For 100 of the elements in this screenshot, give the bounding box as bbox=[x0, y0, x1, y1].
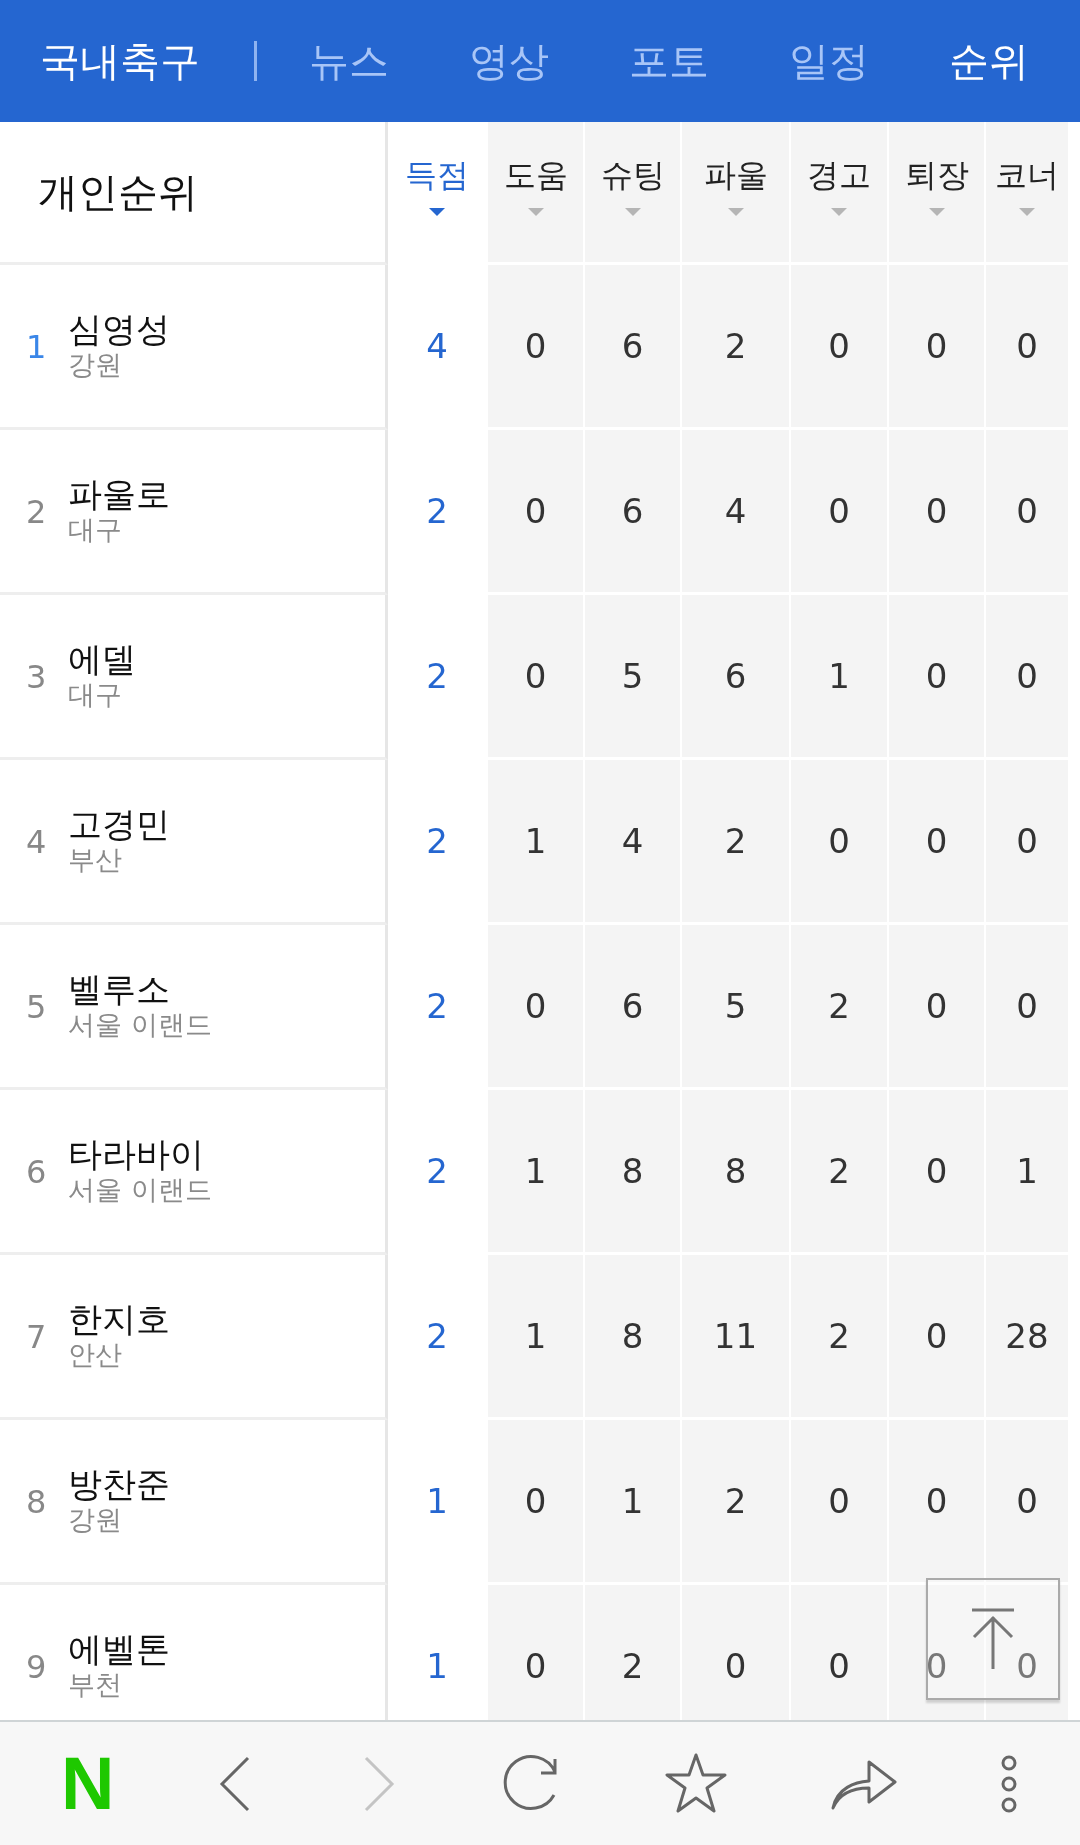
table-cell: 2 bbox=[791, 1090, 889, 1255]
sort-caret-icon bbox=[624, 208, 641, 216]
table-cell: 0 bbox=[791, 1420, 889, 1585]
table-cell: 0 bbox=[889, 595, 986, 760]
table-cell: 1 bbox=[488, 760, 585, 925]
table-cell: 2 bbox=[791, 925, 889, 1090]
player-name: 고경민 bbox=[68, 806, 170, 844]
table-cell: 0 bbox=[791, 430, 889, 595]
player-name: 에델 bbox=[68, 641, 136, 679]
column-header[interactable]: 퇴장 bbox=[889, 122, 986, 265]
table-cell: 0 bbox=[488, 1420, 585, 1585]
table-cell: 6 bbox=[682, 595, 791, 760]
player-name: 한지호 bbox=[68, 1301, 170, 1339]
table-cell: 2 bbox=[791, 1255, 889, 1420]
table-cell: 28 bbox=[986, 1255, 1070, 1420]
table-cell: 11 bbox=[682, 1255, 791, 1420]
scroll-to-top-button[interactable] bbox=[926, 1578, 1060, 1700]
table-cell: 0 bbox=[791, 265, 889, 430]
column-header[interactable]: 도움 bbox=[488, 122, 585, 265]
table-cell: 0 bbox=[889, 1255, 986, 1420]
column-header[interactable]: 경고 bbox=[791, 122, 889, 265]
table-cell: 0 bbox=[488, 430, 585, 595]
team-name: 강원 bbox=[68, 348, 123, 381]
table-title: 개인순위 bbox=[38, 167, 198, 217]
table-cell: 0 bbox=[889, 1420, 986, 1585]
nav-tab[interactable]: 뉴스 bbox=[309, 33, 389, 89]
table-cell: 0 bbox=[488, 925, 585, 1090]
sort-caret-icon bbox=[928, 208, 945, 216]
table-cell: 0 bbox=[986, 1420, 1070, 1585]
nav-tab[interactable]: 영상 bbox=[469, 33, 549, 89]
player-name: 벨루소 bbox=[68, 971, 171, 1009]
table-cell: 5 bbox=[585, 595, 682, 760]
table-cell: 1 bbox=[791, 595, 889, 760]
table-cell: 2 bbox=[682, 1420, 791, 1585]
table-cell: 0 bbox=[986, 760, 1070, 925]
player-name: 심영성 bbox=[68, 311, 170, 349]
table-cell: 1 bbox=[986, 1090, 1070, 1255]
table-cell: 0 bbox=[889, 1585, 986, 1720]
nav-tab[interactable]: 일정 bbox=[789, 33, 869, 89]
table-cell: 8 bbox=[585, 1255, 682, 1420]
table-cell: 0 bbox=[488, 595, 585, 760]
table-cell: 0 bbox=[889, 760, 986, 925]
table-cell: 4 bbox=[585, 760, 682, 925]
player-name: 에벨톤 bbox=[68, 1631, 170, 1669]
header-divider bbox=[254, 41, 257, 81]
table-cell: 6 bbox=[585, 925, 682, 1090]
team-name: 부산 bbox=[68, 843, 123, 876]
rank-number: 6 bbox=[26, 1153, 48, 1191]
rank-number: 9 bbox=[26, 1648, 48, 1686]
table-cell: 0 bbox=[488, 265, 585, 430]
table-cell: 0 bbox=[889, 925, 986, 1090]
team-name: 부천 bbox=[68, 1668, 123, 1701]
table-cell: 0 bbox=[682, 1585, 791, 1720]
table-cell: 0 bbox=[986, 925, 1070, 1090]
rank-number: 4 bbox=[26, 823, 48, 861]
section-title[interactable]: 국내축구 bbox=[40, 33, 200, 89]
table-cell: 8 bbox=[585, 1090, 682, 1255]
rank-number: 5 bbox=[26, 988, 48, 1026]
table-cell: 0 bbox=[791, 760, 889, 925]
table-cell: 8 bbox=[682, 1090, 791, 1255]
table-cell: 0 bbox=[986, 1585, 1070, 1720]
nav-tab[interactable]: 순위 bbox=[949, 33, 1029, 89]
table-cell: 2 bbox=[682, 760, 791, 925]
table-cell: 0 bbox=[986, 265, 1070, 430]
sort-caret-icon bbox=[727, 208, 744, 216]
table-cell: 0 bbox=[791, 1585, 889, 1720]
sort-caret-icon bbox=[831, 208, 847, 216]
sort-caret-icon bbox=[429, 208, 445, 216]
table-cell: 0 bbox=[889, 430, 986, 595]
rank-number: 1 bbox=[26, 328, 48, 366]
table-cell: 5 bbox=[682, 925, 791, 1090]
team-name: 강원 bbox=[68, 1503, 123, 1536]
rank-number: 2 bbox=[26, 493, 48, 531]
table-cell: 0 bbox=[488, 1585, 585, 1720]
sort-caret-icon bbox=[527, 208, 544, 216]
column-header[interactable]: 파울 bbox=[682, 122, 791, 265]
column-header[interactable]: 코너 bbox=[986, 122, 1070, 265]
rank-number: 8 bbox=[26, 1483, 48, 1521]
table-cell: 6 bbox=[585, 265, 682, 430]
team-name: 서울 이랜드 bbox=[68, 1008, 212, 1041]
team-name: 대구 bbox=[68, 513, 123, 546]
team-name: 서울 이랜드 bbox=[68, 1173, 212, 1206]
table-cell: 0 bbox=[986, 430, 1070, 595]
team-name: 대구 bbox=[68, 678, 123, 711]
player-name: 타라바이 bbox=[68, 1136, 205, 1174]
column-header[interactable]: 슈팅 bbox=[585, 122, 682, 265]
table-cell: 2 bbox=[585, 1585, 682, 1720]
table-cell: 0 bbox=[889, 1090, 986, 1255]
table-cell: 4 bbox=[682, 430, 791, 595]
table-cell: 0 bbox=[986, 595, 1070, 760]
table-cell: 1 bbox=[488, 1255, 585, 1420]
table-cell: 2 bbox=[682, 265, 791, 430]
table-cell: 0 bbox=[889, 265, 986, 430]
team-name: 안산 bbox=[68, 1338, 123, 1371]
nav-tab[interactable]: 포토 bbox=[629, 33, 709, 89]
player-name: 방찬준 bbox=[68, 1466, 170, 1504]
table-cell: 6 bbox=[585, 430, 682, 595]
player-name: 파울로 bbox=[68, 476, 170, 514]
table-cell: 1 bbox=[585, 1420, 682, 1585]
rank-number: 3 bbox=[26, 658, 48, 696]
